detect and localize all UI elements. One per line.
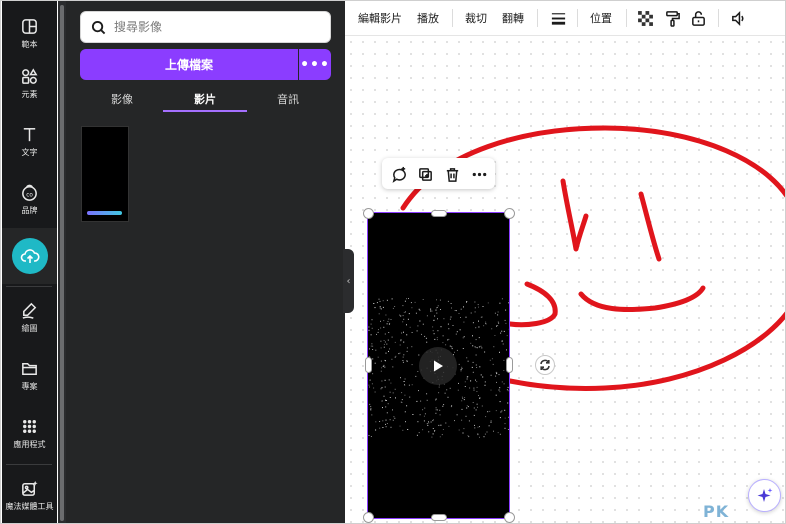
- lock-button[interactable]: [688, 8, 708, 28]
- cloud-upload-icon: [20, 249, 40, 263]
- upload-more-button[interactable]: •••: [299, 49, 331, 80]
- uploads-panel: 上傳檔案 ••• 影像 影片 音訊: [66, 1, 408, 523]
- svg-text:co: co: [26, 192, 33, 198]
- rotate-handle[interactable]: [535, 355, 555, 375]
- drawing-outline-stroke: [507, 311, 785, 392]
- trash-icon: [446, 167, 458, 182]
- magic-assistant-button[interactable]: [748, 479, 781, 512]
- drawing-left-cheek-stroke: [507, 281, 558, 328]
- speaker-icon: [731, 10, 744, 26]
- canva-editor: 範本 元素 文字 co 品牌 繪圖 專案 應用程式 魔法媒體工具 搜尋影像 上傳…: [0, 0, 786, 524]
- apps-grid-icon: [23, 419, 36, 433]
- tab-images[interactable]: 影像: [80, 87, 164, 111]
- chevron-left-icon: ‹: [346, 275, 351, 287]
- resize-handle-top-right[interactable]: [504, 208, 515, 219]
- resize-handle-right[interactable]: [506, 357, 513, 373]
- context-toolbar: 編輯影片 播放 裁切 翻轉 位置: [345, 1, 785, 36]
- upload-circle: [11, 238, 48, 274]
- brand-icon: co: [22, 184, 37, 201]
- flip-button[interactable]: 翻轉: [502, 1, 524, 35]
- video-play-button[interactable]: [419, 347, 457, 385]
- resize-handle-left[interactable]: [365, 357, 372, 373]
- toolbar-divider: [452, 9, 453, 27]
- border-style-button[interactable]: [548, 8, 568, 28]
- upload-files-button[interactable]: 上傳檔案: [80, 49, 298, 80]
- search-input[interactable]: [114, 20, 314, 34]
- folder-icon: [22, 362, 37, 375]
- rail-divider: [6, 286, 52, 287]
- rail-item-uploads[interactable]: [2, 228, 57, 284]
- shapes-icon: [22, 67, 38, 84]
- tab-videos[interactable]: 影片: [163, 87, 247, 111]
- play-icon: [434, 360, 443, 372]
- duplicate-icon: [418, 167, 432, 181]
- sidebar-rail: 範本 元素 文字 co 品牌 繪圖 專案 應用程式 魔法媒體工具: [2, 1, 57, 523]
- toolbar-divider: [626, 9, 627, 27]
- element-floating-toolbar: [382, 158, 495, 189]
- rail-label-magic-media: 魔法媒體工具: [5, 501, 54, 511]
- delete-button[interactable]: [441, 163, 463, 185]
- draw-icon: [22, 302, 37, 319]
- rail-item-magic-media[interactable]: 魔法媒體工具: [2, 467, 57, 523]
- more-options-button[interactable]: [468, 163, 490, 185]
- position-button[interactable]: 位置: [590, 1, 612, 35]
- transparency-button[interactable]: [635, 8, 655, 28]
- play-button[interactable]: 播放: [417, 1, 439, 35]
- rail-label-apps: 應用程式: [13, 439, 46, 449]
- rotate-icon: [540, 359, 550, 371]
- rail-item-templates[interactable]: 範本: [2, 5, 57, 61]
- rail-label-brand: 品牌: [21, 205, 38, 215]
- rail-label-elements: 元素: [21, 89, 38, 99]
- edit-video-button[interactable]: 編輯影片: [358, 1, 402, 35]
- rail-label-templates: 範本: [21, 39, 38, 49]
- resize-handle-bottom[interactable]: [431, 514, 447, 521]
- video-thumb-progress-bar: [87, 211, 122, 215]
- more-dots-icon: [472, 172, 486, 176]
- search-icon: [91, 20, 106, 34]
- crop-button[interactable]: 裁切: [465, 1, 487, 35]
- line-weight-icon: [551, 12, 565, 25]
- sparkle-icon: [757, 487, 772, 502]
- rail-divider: [6, 464, 52, 465]
- design-canvas[interactable]: PK: [345, 36, 785, 523]
- copy-style-button[interactable]: [662, 8, 682, 28]
- text-icon: [23, 127, 36, 141]
- drawing-smile-stroke: [578, 285, 706, 313]
- toolbar-divider: [537, 9, 538, 27]
- lock-open-icon: [691, 10, 705, 26]
- rail-label-draw: 繪圖: [21, 323, 38, 333]
- rail-item-elements[interactable]: 元素: [2, 55, 57, 111]
- comment-add-icon: [392, 166, 406, 183]
- checkerboard-icon: [637, 10, 653, 26]
- rail-item-apps[interactable]: 應用程式: [2, 405, 57, 461]
- volume-button[interactable]: [728, 8, 748, 28]
- resize-handle-top-left[interactable]: [363, 208, 374, 219]
- rail-label-text: 文字: [21, 147, 38, 157]
- rail-item-brand[interactable]: co 品牌: [2, 171, 57, 227]
- toolbar-divider: [718, 9, 719, 27]
- tab-audio[interactable]: 音訊: [246, 87, 330, 111]
- selected-video-element[interactable]: [367, 212, 510, 519]
- resize-handle-bottom-left[interactable]: [363, 512, 374, 523]
- rail-item-projects[interactable]: 專案: [2, 347, 57, 403]
- rail-item-draw[interactable]: 繪圖: [2, 289, 57, 345]
- paint-roller-icon: [665, 10, 680, 27]
- collapse-panel-handle[interactable]: ‹: [343, 249, 354, 313]
- magic-media-icon: [22, 480, 38, 496]
- search-box[interactable]: [80, 11, 331, 43]
- layout-icon: [22, 18, 37, 34]
- tab-underline: [163, 110, 247, 112]
- rail-scrollbar-thumb[interactable]: [60, 5, 64, 521]
- rail-label-projects: 專案: [21, 381, 38, 391]
- watermark-logo: PK: [703, 502, 730, 521]
- comment-button[interactable]: [388, 163, 410, 185]
- resize-handle-top[interactable]: [431, 210, 447, 217]
- drawing-right-eye-stroke: [638, 191, 662, 262]
- toolbar-divider: [577, 9, 578, 27]
- resize-handle-bottom-right[interactable]: [504, 512, 515, 523]
- drawing-left-eye-stroke: [560, 178, 589, 252]
- uploaded-video-thumbnail[interactable]: [81, 126, 129, 222]
- rail-item-text[interactable]: 文字: [2, 113, 57, 169]
- duplicate-button[interactable]: [414, 163, 436, 185]
